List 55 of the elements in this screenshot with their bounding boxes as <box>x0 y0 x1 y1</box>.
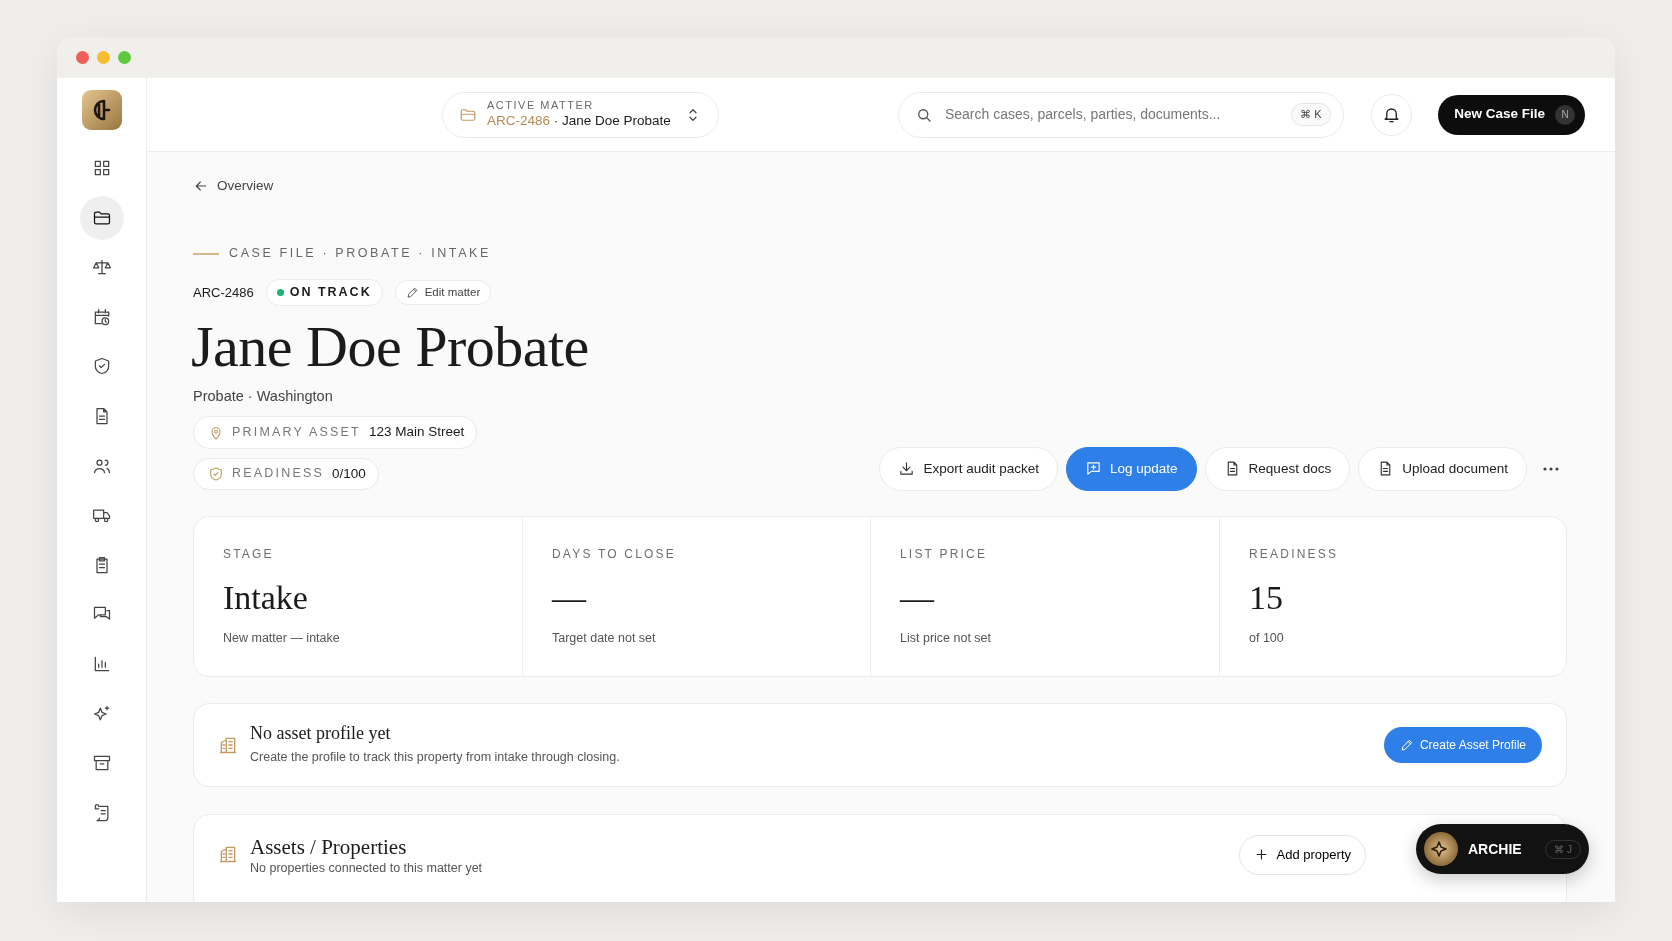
stat-note: of 100 <box>1249 629 1285 647</box>
stat-note: New matter — intake <box>223 629 341 647</box>
logo-icon[interactable] <box>81 90 122 130</box>
matter-subtitle: Probate · Washington <box>193 386 334 406</box>
fact-label: PRIMARY ASSET <box>232 424 361 442</box>
download-icon <box>898 460 916 478</box>
back-link[interactable]: Overview <box>193 176 274 197</box>
window-control[interactable] <box>76 51 89 64</box>
breadcrumb: CASE FILE · PROBATE · INTAKE <box>229 245 491 263</box>
status-badge: ON TRACK <box>265 278 383 306</box>
pencil-icon <box>405 285 419 299</box>
pencil-icon <box>1399 737 1414 752</box>
action-button[interactable]: Export audit packet <box>879 446 1059 491</box>
page-title: Jane Doe Probate <box>191 317 589 376</box>
assistant-button[interactable]: ARCHIE ⌘ J <box>1416 824 1589 874</box>
stat-label: DAYS TO CLOSE <box>552 545 677 563</box>
sparkle-avatar-icon <box>1424 832 1458 866</box>
message-plus-icon <box>1085 460 1103 478</box>
new-case-file-button[interactable]: New Case File N <box>1438 94 1585 135</box>
create-asset-profile-button[interactable]: Create Asset Profile <box>1383 726 1542 763</box>
action-button[interactable]: Log update <box>1066 446 1197 491</box>
shield-icon <box>208 465 224 482</box>
section-description: No properties connected to this matter yet <box>250 859 483 877</box>
matter-id: ARC-2486 <box>193 283 254 302</box>
card-description: Create the profile to track this property from intake through closing. <box>250 748 620 766</box>
plus-icon <box>1253 847 1269 863</box>
stat-label: STAGE <box>223 545 275 563</box>
add-property-button[interactable]: Add property <box>1238 834 1366 875</box>
fact-value: 123 Main Street <box>368 423 465 442</box>
more-icon <box>1543 466 1559 471</box>
stat-label: LIST PRICE <box>900 545 989 563</box>
accent-rule <box>193 252 219 255</box>
stat-value: Intake <box>223 580 309 615</box>
stat-note: Target date not set <box>552 629 657 647</box>
fact-label: READINESS <box>232 465 325 483</box>
matter-name: ARC-2486 · Jane Doe Probate <box>487 112 671 130</box>
matter-label: ACTIVE MATTER <box>487 99 595 113</box>
notifications-button[interactable] <box>1370 93 1413 136</box>
action-button[interactable]: Request docs <box>1204 446 1351 491</box>
search-input[interactable]: Search cases, parcels, parties, documents... <box>942 103 1282 126</box>
search-field[interactable]: Search cases, parcels, parties, documents... ⌘ K <box>897 91 1344 138</box>
card-title: No asset profile yet <box>250 722 392 744</box>
shortcut-hint: N <box>1555 104 1575 125</box>
stat-value: — <box>900 580 936 615</box>
pin-icon <box>208 424 224 441</box>
stat-note: List price not set <box>900 629 992 647</box>
section-title: Assets / Properties <box>250 834 408 859</box>
matter-selector[interactable]: ACTIVE MATTER ARC-2486 · Jane Doe Probate <box>442 91 719 138</box>
fact-value: 0/100 <box>332 464 366 483</box>
action-button[interactable]: Upload document <box>1358 446 1527 491</box>
edit-matter-button[interactable]: Edit matter <box>394 279 492 305</box>
shortcut-hint: ⌘ K <box>1291 103 1331 126</box>
stat-value: 15 <box>1249 580 1284 615</box>
stat-label: READINESS <box>1249 545 1340 563</box>
stat-value: — <box>552 580 588 615</box>
